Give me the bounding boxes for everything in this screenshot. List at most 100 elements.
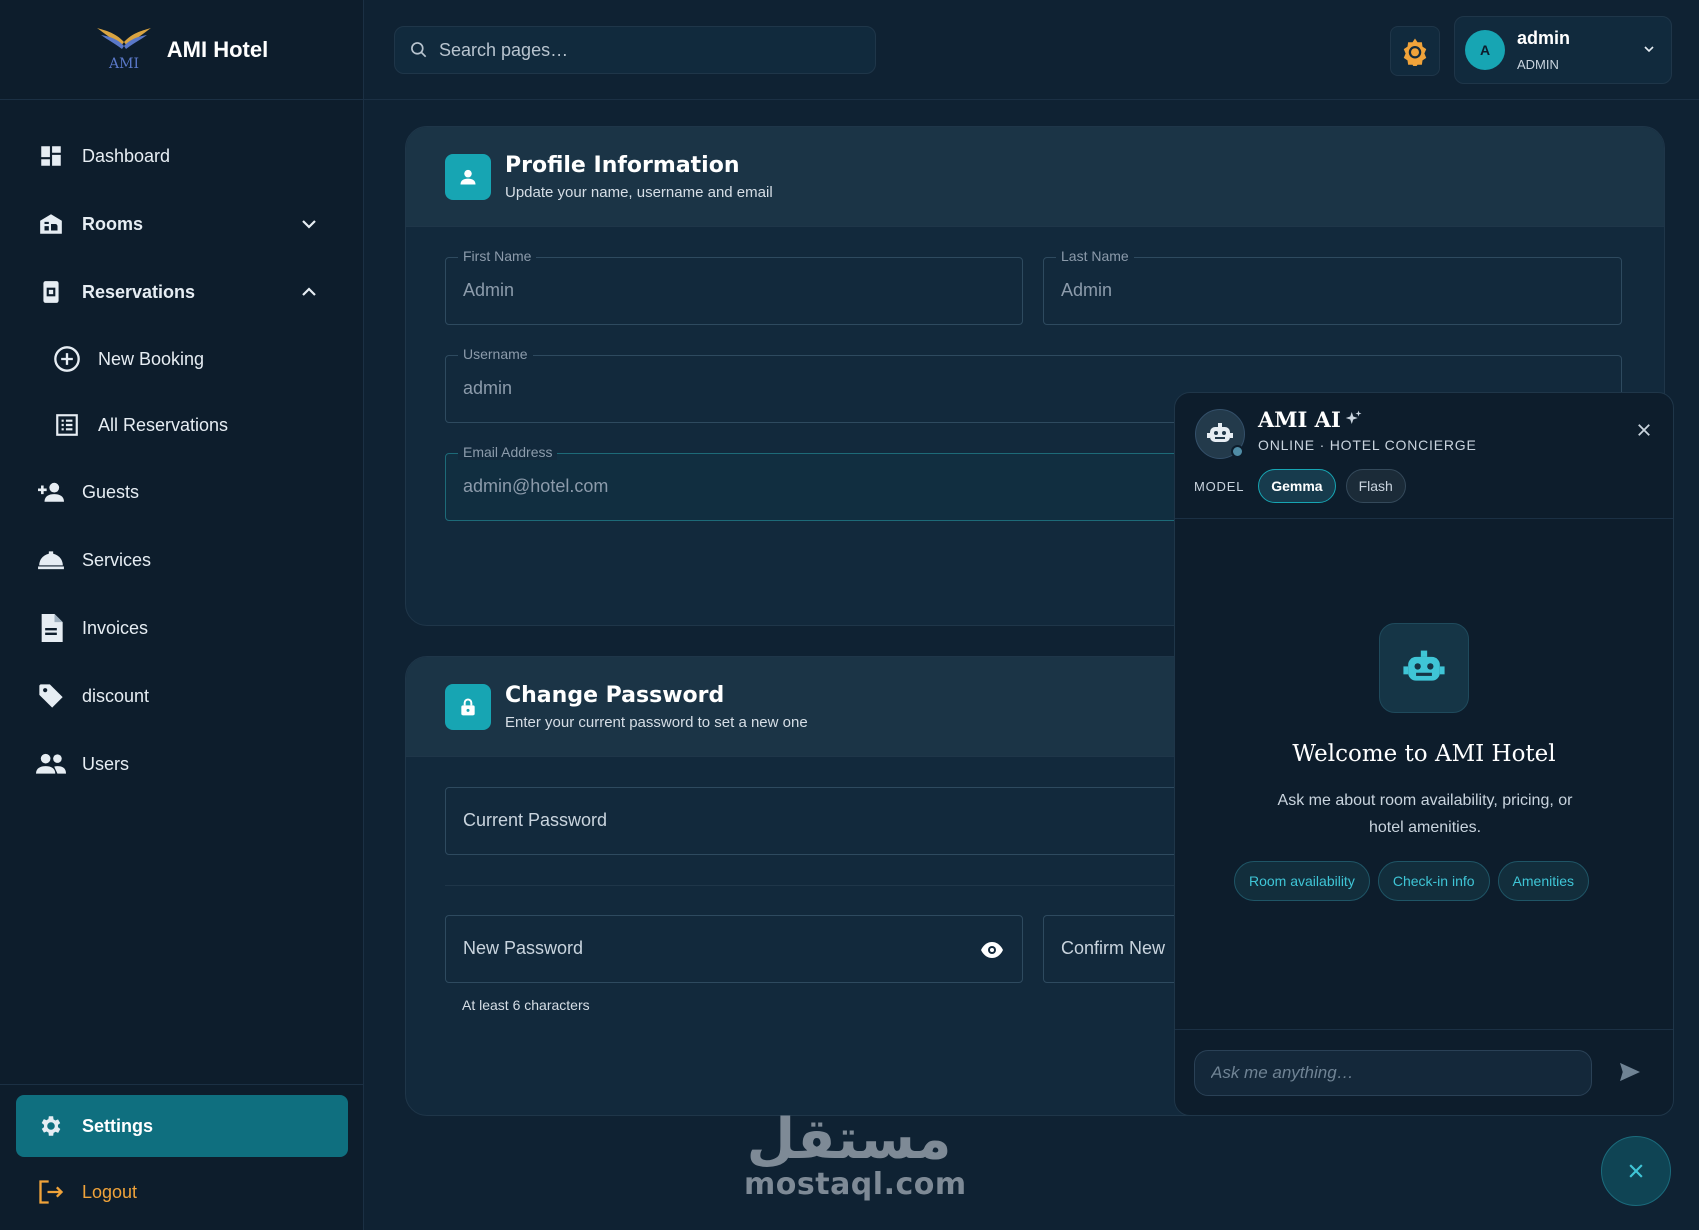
- first-name-field[interactable]: First Name Admin: [445, 248, 1023, 325]
- quick-actions: Room availability Check-in info Amenitie…: [1234, 861, 1589, 901]
- document-icon: [36, 613, 66, 643]
- send-icon[interactable]: [1619, 1062, 1641, 1082]
- sidebar-item-label: Guests: [82, 481, 140, 502]
- sidebar-item-reservations[interactable]: Reservations: [0, 258, 363, 326]
- chat-toggle-button[interactable]: [1601, 1136, 1671, 1206]
- sidebar-item-label: Invoices: [82, 617, 149, 638]
- dashboard-icon: [36, 141, 66, 171]
- chat-input[interactable]: [1211, 1063, 1571, 1083]
- sidebar-item-users[interactable]: Users: [0, 730, 363, 798]
- sidebar-item-discount[interactable]: discount: [0, 662, 363, 730]
- lock-icon: [445, 683, 491, 730]
- avatar: A: [1465, 30, 1505, 70]
- sidebar-item-new-booking[interactable]: New Booking: [0, 326, 363, 392]
- close-icon[interactable]: [1635, 421, 1653, 439]
- sidebar-item-settings[interactable]: Settings: [16, 1095, 348, 1157]
- search-input[interactable]: [439, 39, 839, 61]
- field-label: Email Address: [458, 444, 558, 460]
- sidebar-item-label: discount: [82, 685, 150, 706]
- field-placeholder: Current Password: [463, 810, 608, 830]
- chat-footer: [1175, 1029, 1673, 1115]
- field-value: Admin: [1061, 280, 1113, 300]
- field-label: Username: [458, 346, 533, 362]
- card-subtitle: Enter your current password to set a new…: [505, 713, 808, 731]
- brand[interactable]: AMI AMI Hotel: [0, 0, 363, 100]
- reservation-icon: [36, 277, 66, 307]
- brand-name: AMI Hotel: [166, 36, 269, 62]
- chat-status: ONLINE · HOTEL CONCIERGE: [1258, 437, 1477, 453]
- sidebar-nav: Dashboard Rooms Reservations New Booking: [0, 100, 363, 798]
- sidebar-item-label: Rooms: [82, 213, 144, 234]
- field-placeholder: Confirm New: [1061, 938, 1166, 958]
- search-box[interactable]: [394, 26, 876, 74]
- sidebar-item-label: Services: [82, 549, 152, 570]
- topbar: A admin ADMIN: [364, 0, 1699, 100]
- quick-action-check-in-info[interactable]: Check-in info: [1377, 861, 1490, 901]
- sidebar-item-label: Reservations: [82, 281, 196, 302]
- sidebar-item-label: Users: [82, 753, 130, 774]
- card-subtitle: Update your name, username and email: [505, 183, 773, 201]
- quick-action-amenities[interactable]: Amenities: [1497, 861, 1589, 901]
- model-label: MODEL: [1194, 478, 1245, 494]
- user-name: admin: [1517, 28, 1571, 48]
- new-password-field[interactable]: New Password: [445, 915, 1023, 983]
- quick-action-room-availability[interactable]: Room availability: [1234, 861, 1370, 901]
- chat-title: AMI AI: [1258, 407, 1341, 432]
- chat-header: AMI AI ONLINE · HOTEL CONCIERGE MODEL Ge…: [1175, 393, 1673, 519]
- chevron-down-icon: [1644, 46, 1654, 53]
- field-value: admin: [463, 378, 513, 398]
- user-menu[interactable]: A admin ADMIN: [1454, 16, 1672, 84]
- hotel-logo: AMI: [96, 27, 151, 72]
- model-chip-gemma[interactable]: Gemma: [1258, 469, 1336, 503]
- sidebar-item-guests[interactable]: Guests: [0, 458, 363, 526]
- sidebar-item-label: New Booking: [98, 348, 205, 369]
- logout-icon: [36, 1177, 66, 1207]
- settings-label: Settings: [82, 1115, 154, 1136]
- robot-icon: [1379, 623, 1469, 713]
- logout-button[interactable]: Logout: [16, 1157, 348, 1227]
- model-chip-flash[interactable]: Flash: [1345, 469, 1406, 503]
- person-add-icon: [36, 477, 66, 507]
- field-value: Admin: [463, 280, 515, 300]
- profile-card-header: Profile Information Update your name, us…: [406, 127, 1664, 227]
- sidebar-item-rooms[interactable]: Rooms: [0, 190, 363, 258]
- card-title: Profile Information: [505, 152, 740, 178]
- search-icon: [411, 42, 427, 58]
- sidebar-item-label: All Reservations: [98, 414, 229, 435]
- welcome-title: Welcome to AMI Hotel: [1292, 741, 1556, 767]
- theme-toggle-button[interactable]: [1390, 26, 1440, 76]
- logout-label: Logout: [82, 1181, 138, 1202]
- user-role: ADMIN: [1517, 57, 1559, 72]
- watermark: مستقل mostaql.com: [744, 1107, 966, 1202]
- password-hint: At least 6 characters: [462, 997, 590, 1013]
- svg-text:AMI: AMI: [108, 56, 139, 72]
- sidebar-item-invoices[interactable]: Invoices: [0, 594, 363, 662]
- field-label: Last Name: [1056, 248, 1134, 264]
- sidebar-item-label: Dashboard: [82, 145, 171, 166]
- chevron-up-icon: [302, 287, 316, 296]
- add-circle-icon: [52, 344, 82, 374]
- sidebar: AMI AMI Hotel Dashboard Rooms Reservatio…: [0, 0, 364, 1230]
- room-service-icon: [36, 545, 66, 575]
- watermark-arabic: مستقل: [746, 1107, 952, 1172]
- sparkle-icon: [1345, 410, 1362, 424]
- last-name-field[interactable]: Last Name Admin: [1043, 248, 1622, 325]
- sidebar-footer: Settings Logout: [0, 1084, 364, 1230]
- hotel-icon: [36, 209, 66, 239]
- tag-icon: [36, 681, 66, 711]
- sidebar-item-services[interactable]: Services: [0, 526, 363, 594]
- person-icon: [445, 153, 491, 200]
- chat-input-box[interactable]: [1194, 1050, 1592, 1096]
- close-icon: [1629, 1164, 1643, 1178]
- sidebar-item-all-reservations[interactable]: All Reservations: [0, 392, 363, 458]
- field-value: admin@hotel.com: [463, 476, 609, 496]
- eye-icon[interactable]: [980, 940, 1004, 960]
- gear-icon: [36, 1111, 66, 1141]
- field-label: First Name: [458, 248, 537, 264]
- chevron-down-icon: [302, 220, 316, 229]
- card-title: Change Password: [505, 682, 725, 708]
- model-selector: MODEL Gemma Flash: [1194, 469, 1406, 503]
- sidebar-item-dashboard[interactable]: Dashboard: [0, 122, 363, 190]
- list-icon: [52, 410, 82, 440]
- welcome-subtitle: Ask me about room availability, pricing,…: [1277, 792, 1573, 836]
